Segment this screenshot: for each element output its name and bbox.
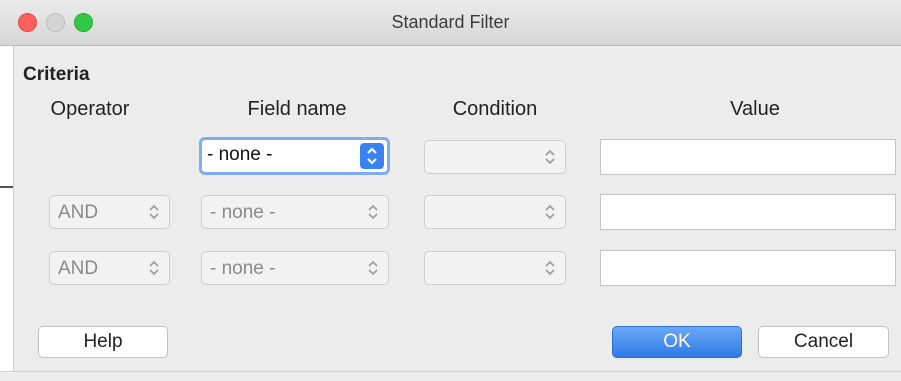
value-field-3[interactable] — [600, 250, 896, 286]
operator-column-header: Operator — [50, 98, 130, 120]
cancel-button[interactable]: Cancel — [758, 326, 889, 358]
chevron-up-down-icon — [545, 149, 555, 165]
title-bar: Standard Filter — [0, 0, 901, 46]
chevron-up-down-icon — [149, 204, 159, 220]
operator-select-3-value: AND — [58, 258, 99, 279]
field-name-select-1-value: - none - — [207, 144, 273, 165]
chevron-up-down-icon — [360, 143, 384, 169]
chevron-up-down-icon — [545, 260, 555, 276]
value-column-header: Value — [730, 98, 780, 120]
field-name-column-header: Field name — [247, 98, 347, 120]
field-name-select-2[interactable]: - none - — [201, 195, 389, 229]
condition-select-3[interactable] — [424, 251, 566, 285]
background-gridline — [0, 186, 13, 188]
condition-select-2[interactable] — [424, 195, 566, 229]
field-name-select-3-value: - none - — [210, 258, 276, 279]
operator-select-2-value: AND — [58, 202, 99, 223]
background-sheet-edge — [0, 46, 14, 371]
field-name-select-3[interactable]: - none - — [201, 251, 389, 285]
chevron-up-down-icon — [368, 260, 378, 276]
value-field-2[interactable] — [600, 194, 896, 230]
condition-select-1[interactable] — [424, 140, 566, 174]
field-name-select-1[interactable]: - none - — [199, 137, 390, 175]
help-button[interactable]: Help — [38, 326, 168, 358]
field-name-select-2-value: - none - — [210, 202, 276, 223]
operator-select-2[interactable]: AND — [49, 195, 170, 229]
window-title: Standard Filter — [391, 12, 510, 32]
chevron-up-down-icon — [368, 204, 378, 220]
ok-button[interactable]: OK — [612, 326, 742, 358]
chevron-up-down-icon — [545, 204, 555, 220]
dialog-bottom-divider — [0, 371, 901, 372]
value-field-1[interactable] — [600, 139, 896, 175]
criteria-heading: Criteria — [23, 64, 90, 85]
chevron-up-down-icon — [149, 260, 159, 276]
condition-column-header: Condition — [452, 98, 538, 120]
operator-select-3[interactable]: AND — [49, 251, 170, 285]
